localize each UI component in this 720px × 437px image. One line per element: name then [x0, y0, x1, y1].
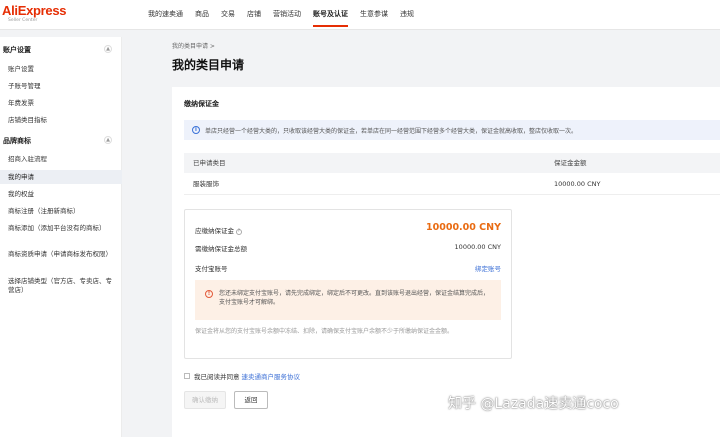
service-agreement-link[interactable]: 速卖通商户服务协议	[242, 371, 301, 381]
breadcrumb[interactable]: 我的类目申请 >	[172, 41, 215, 50]
chevron-up-icon[interactable]: ▲	[104, 136, 112, 144]
chevron-up-icon[interactable]: ▲	[104, 45, 112, 53]
nav-item-violations[interactable]: 违规	[400, 0, 423, 30]
sidebar-group-brand[interactable]: 品牌商标	[3, 136, 31, 146]
card-title: 缴纳保证金	[184, 100, 219, 108]
table-header: 已申请类目 保证金金额	[184, 153, 720, 173]
nav-item-marketing[interactable]: 营销活动	[273, 0, 310, 30]
sidebar-item-trademark-qualification[interactable]: 商标资质申请（申请商标发布权限）	[8, 250, 116, 259]
main-nav: 我的速卖通 商品 交易 店铺 营销活动 账号及认证 生意参谋 违规	[148, 0, 426, 30]
total-value: 10000.00 CNY	[454, 243, 501, 251]
table-row: 服装服饰 10000.00 CNY	[184, 173, 720, 195]
payment-box: 应缴纳保证金? 10000.00 CNY 需缴纳保证金总额 10000.00 C…	[184, 209, 512, 359]
total-row: 需缴纳保证金总额 10000.00 CNY	[195, 243, 501, 255]
nav-item-products[interactable]: 商品	[195, 0, 218, 30]
question-icon[interactable]: ?	[236, 229, 242, 235]
sidebar-item-annual-invoice[interactable]: 年费发票	[8, 99, 116, 108]
nav-item-store[interactable]: 店铺	[247, 0, 270, 30]
table-header-deposit: 保证金金额	[554, 159, 587, 167]
info-icon: i	[192, 126, 200, 134]
sidebar-group-account[interactable]: 账户设置	[3, 45, 31, 55]
warning-icon: !	[205, 290, 213, 298]
sidebar: 账户设置 ▲ 账户设置 子账号管理 年费发票 店铺类目指标 品牌商标 ▲ 招商入…	[0, 37, 122, 437]
account-row: 支付宝账号 绑定账号	[195, 263, 501, 275]
back-button[interactable]: 返回	[234, 391, 268, 409]
logo-brand: AliExpress	[2, 3, 67, 18]
sidebar-item-onboarding-flow[interactable]: 招商入驻流程	[8, 155, 116, 164]
sidebar-item-my-rights[interactable]: 我的权益	[8, 190, 116, 199]
warning-text: 您还未绑定支付宝账号，请先完成绑定，绑定后不可更改。直到该账号退出经营，保证金结…	[219, 290, 490, 306]
sidebar-item-trademark-register[interactable]: 商标注册（注册新商标）	[8, 207, 116, 216]
sidebar-item-category-metrics[interactable]: 店铺类目指标	[8, 116, 116, 125]
table-cell-deposit: 10000.00 CNY	[554, 180, 601, 188]
table-header-category: 已申请类目	[193, 159, 226, 167]
nav-item-orders[interactable]: 交易	[221, 0, 244, 30]
logo-subtitle: Seller Center	[8, 18, 38, 23]
info-notice: i 单店只经营一个经营大类的，只收取该经营大类的保证金，若单店在同一经营范围下经…	[184, 120, 720, 140]
nav-item-business-advisor[interactable]: 生意参谋	[360, 0, 397, 30]
page-title: 我的类目申请	[172, 58, 245, 72]
total-label: 需缴纳保证金总额	[195, 245, 247, 253]
table-cell-category: 服装服饰	[193, 180, 219, 188]
top-navbar: AliExpress Seller Center 我的速卖通 商品 交易 店铺 …	[0, 0, 720, 30]
sidebar-item-sub-accounts[interactable]: 子账号管理	[8, 82, 116, 91]
warning-notice: ! 您还未绑定支付宝账号，请先完成绑定，绑定后不可更改。直到该账号退出经营，保证…	[195, 280, 501, 320]
agreement-row: 我已阅读并同意 速卖通商户服务协议	[184, 371, 300, 381]
account-label: 支付宝账号	[195, 265, 228, 273]
sidebar-item-store-type[interactable]: 选择店铺类型（官方店、专卖店、专营店）	[8, 277, 116, 295]
notice-text: 单店只经营一个经营大类的，只收取该经营大类的保证金，若单店在同一经营范围下经营多…	[205, 127, 578, 135]
bind-account-link[interactable]: 绑定账号	[475, 263, 501, 273]
sidebar-item-trademark-add[interactable]: 商标添加（添加平台没有的商标）	[8, 224, 116, 233]
due-row: 应缴纳保证金? 10000.00 CNY	[195, 222, 501, 238]
confirm-pay-button[interactable]: 确认缴纳	[184, 391, 226, 409]
deposit-card: 缴纳保证金 i 单店只经营一个经营大类的，只收取该经营大类的保证金，若单店在同一…	[172, 87, 720, 437]
nav-item-my-aliexpress[interactable]: 我的速卖通	[148, 0, 192, 30]
sidebar-item-account-settings[interactable]: 账户设置	[8, 65, 116, 74]
due-label: 应缴纳保证金?	[195, 227, 242, 235]
nav-item-account[interactable]: 账号及认证	[313, 0, 357, 30]
agree-text: 我已阅读并同意	[194, 373, 240, 381]
watermark: 知乎 @Lazada速卖通coco	[448, 396, 619, 412]
due-amount: 10000.00 CNY	[426, 222, 501, 233]
sidebar-item-my-applications[interactable]: 我的申请	[0, 170, 122, 184]
deposit-note: 保证金将从您的支付宝账号余额中冻结、扣除，请确保支付宝账户余额不少于所缴纳保证金…	[195, 328, 454, 335]
agree-checkbox[interactable]	[184, 373, 190, 379]
aliexpress-logo[interactable]: AliExpress Seller Center	[2, 3, 67, 23]
